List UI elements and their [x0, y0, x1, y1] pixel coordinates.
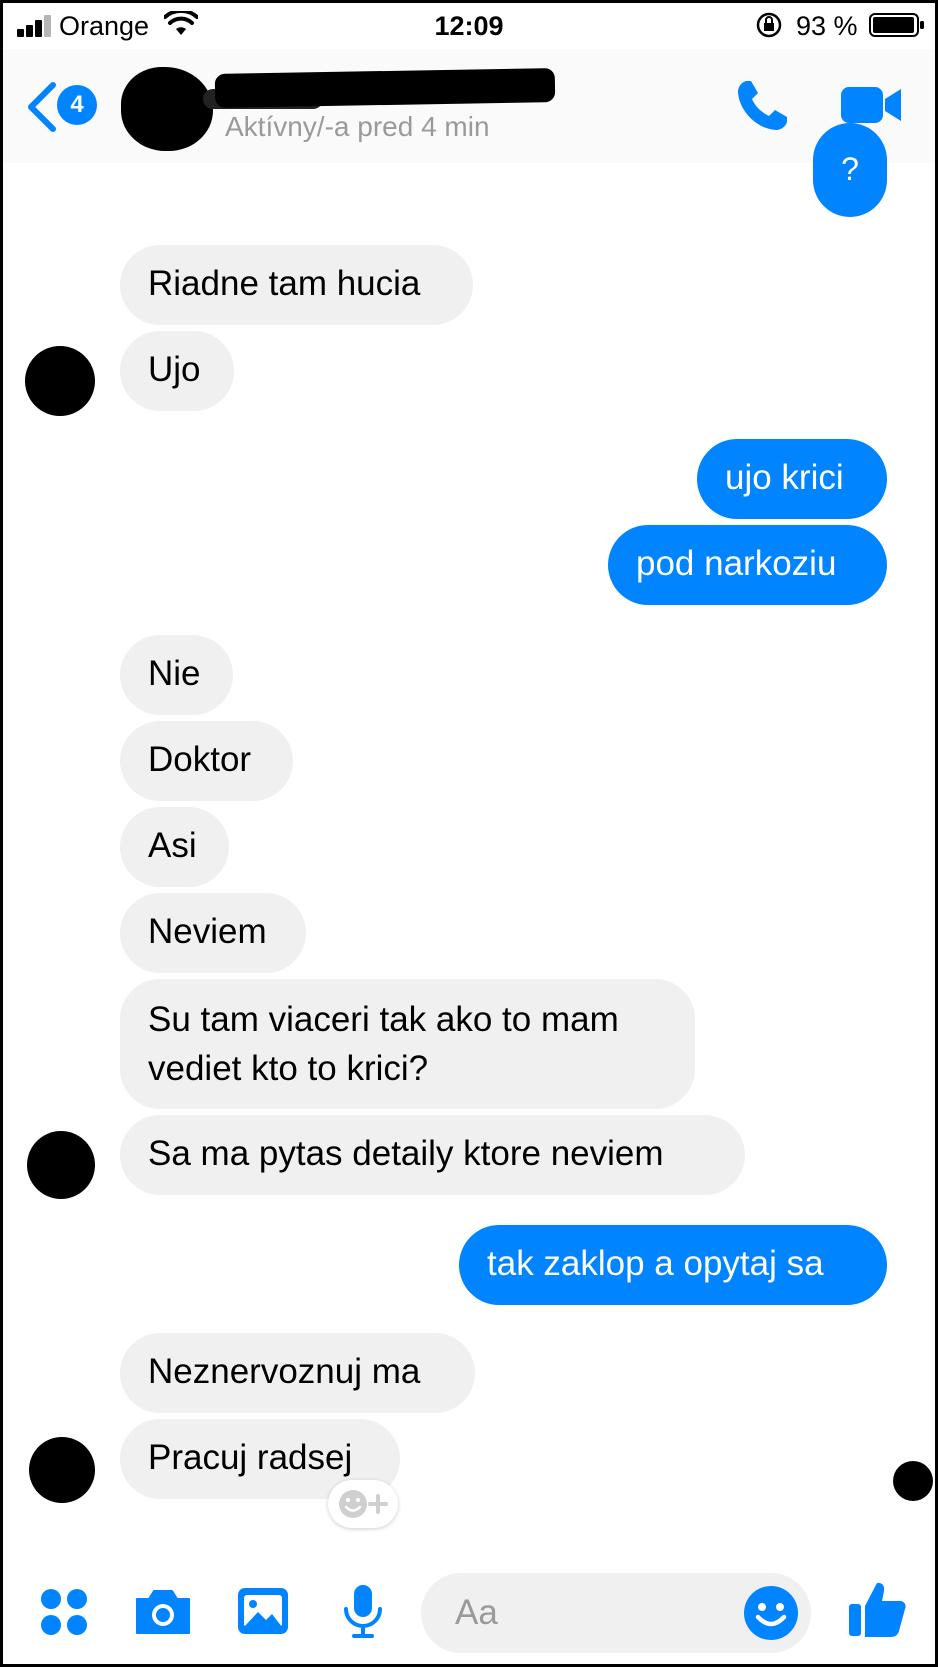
- add-reaction-button[interactable]: [328, 1480, 398, 1528]
- message-bubble-outgoing[interactable]: ?: [813, 123, 887, 217]
- rotation-lock-icon: [756, 12, 782, 38]
- seen-indicator-avatar: [893, 1461, 933, 1501]
- unread-badge[interactable]: 4: [57, 85, 97, 125]
- microphone-icon[interactable]: [341, 1583, 385, 1639]
- sender-avatar-redacted[interactable]: [27, 1131, 95, 1199]
- message-bubble-incoming[interactable]: Asi: [120, 807, 229, 887]
- phone-icon[interactable]: [733, 77, 791, 135]
- sender-avatar-redacted[interactable]: [25, 346, 95, 416]
- message-bubble-incoming[interactable]: Su tam viaceri tak ako to mam vediet kto…: [120, 979, 695, 1109]
- phone-screen: Orange 12:09 93 % 4 Aktívny/-a pred 4 mi…: [0, 0, 938, 1667]
- camera-icon[interactable]: [133, 1587, 193, 1637]
- apps-icon[interactable]: [39, 1587, 89, 1637]
- composer-bar: Aa: [3, 1563, 935, 1664]
- battery-percent: 93 %: [796, 11, 858, 41]
- message-bubble-incoming[interactable]: Sa ma pytas detaily ktore neviem: [120, 1115, 745, 1195]
- contact-avatar-redacted[interactable]: [121, 67, 213, 151]
- message-bubble-incoming[interactable]: Doktor: [120, 721, 293, 801]
- message-bubble-incoming[interactable]: Ujo: [120, 331, 234, 411]
- message-bubble-incoming[interactable]: Riadne tam hucia: [120, 245, 473, 325]
- message-bubble-outgoing[interactable]: ujo krici: [697, 439, 887, 519]
- add-reaction-icon: [339, 1490, 388, 1518]
- message-bubble-outgoing[interactable]: tak zaklop a opytaj sa: [459, 1225, 887, 1305]
- chat-header: 4 Aktívny/-a pred 4 min: [3, 49, 935, 163]
- message-bubble-incoming[interactable]: Neviem: [120, 893, 306, 973]
- message-input-placeholder: Aa: [455, 1593, 498, 1632]
- emoji-icon[interactable]: [743, 1585, 799, 1641]
- status-bar: Orange 12:09 93 %: [3, 3, 935, 49]
- like-icon[interactable]: [847, 1579, 907, 1639]
- active-status: Aktívny/-a pred 4 min: [225, 111, 490, 142]
- message-input[interactable]: Aa: [421, 1573, 811, 1653]
- message-bubble-outgoing[interactable]: pod narkoziu: [608, 525, 887, 605]
- message-bubble-incoming[interactable]: Nie: [120, 635, 233, 715]
- video-icon[interactable]: [839, 81, 903, 129]
- contact-name-redacted[interactable]: [214, 68, 556, 108]
- gallery-icon[interactable]: [236, 1585, 290, 1637]
- sender-avatar-redacted[interactable]: [29, 1437, 95, 1503]
- message-bubble-incoming[interactable]: Neznervoznuj ma: [120, 1333, 475, 1413]
- battery-icon: [869, 13, 924, 37]
